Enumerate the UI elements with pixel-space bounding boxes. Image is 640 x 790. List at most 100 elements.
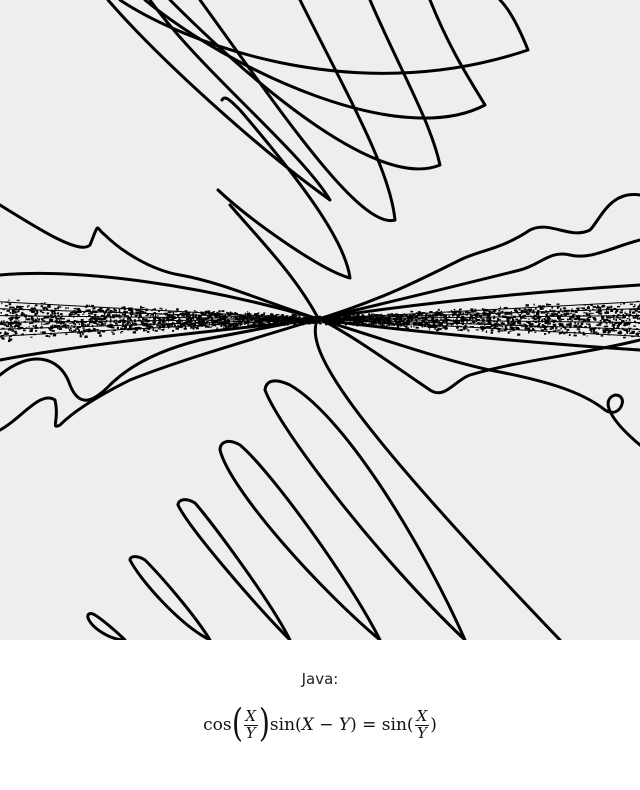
noise-dot: [565, 323, 569, 326]
noise-dot: [619, 311, 623, 314]
noise-dot: [628, 316, 631, 318]
equation-fraction-left-den: Y: [243, 723, 258, 742]
noise-dot: [247, 311, 249, 313]
noise-dot: [337, 316, 342, 318]
noise-dot: [371, 313, 375, 315]
noise-dot: [93, 318, 97, 321]
noise-dot: [468, 311, 470, 314]
noise-dot: [456, 327, 459, 329]
noise-dot: [176, 308, 179, 311]
noise-dot: [23, 329, 26, 332]
noise-dot: [556, 303, 560, 305]
noise-dot: [612, 326, 615, 329]
noise-dot: [9, 326, 11, 329]
noise-dot: [602, 331, 607, 334]
noise-dot: [629, 311, 632, 314]
noise-dot: [41, 311, 45, 314]
curve-wave: [0, 203, 317, 320]
noise-dot: [157, 315, 159, 317]
noise-dot: [626, 313, 628, 315]
equation-cos: cos: [203, 715, 232, 735]
noise-dot: [410, 325, 412, 328]
noise-dot: [81, 321, 83, 325]
noise-dot: [617, 305, 620, 308]
noise-dot: [526, 327, 530, 330]
noise-dot: [59, 313, 63, 315]
noise-dot: [635, 333, 638, 336]
noise-dot: [234, 312, 236, 314]
noise-dot: [88, 304, 90, 306]
noise-dot: [88, 314, 91, 316]
noise-dot: [372, 323, 375, 326]
noise-dot: [629, 329, 631, 332]
noise-dot: [27, 305, 29, 308]
noise-dot: [8, 303, 12, 306]
noise-dot: [574, 311, 578, 313]
equation-fraction-right: X Y: [414, 708, 430, 742]
noise-dot: [457, 329, 461, 331]
noise-dot: [36, 317, 38, 320]
noise-dot: [562, 307, 567, 309]
noise-dot: [560, 318, 565, 320]
noise-dot: [635, 316, 638, 318]
noise-dot: [505, 313, 509, 315]
noise-dot: [488, 321, 492, 324]
noise-dot: [65, 324, 67, 326]
noise-dot: [11, 312, 15, 315]
noise-dot: [467, 329, 470, 332]
noise-dot: [16, 305, 20, 309]
noise-dot: [207, 310, 211, 313]
noise-dot: [356, 314, 359, 317]
noise-dot: [52, 334, 57, 337]
equation-y: Y: [338, 715, 351, 735]
noise-dot: [57, 306, 59, 309]
noise-dot: [628, 318, 631, 321]
noise-dot: [610, 305, 613, 309]
noise-dot: [517, 313, 519, 315]
noise-dot: [159, 307, 161, 310]
noise-dot: [352, 323, 355, 326]
noise-dot: [145, 329, 148, 332]
noise-dot: [559, 308, 562, 311]
noise-dot: [162, 324, 166, 327]
noise-dot: [474, 308, 477, 311]
noise-dot: [9, 306, 11, 308]
noise-dot: [115, 314, 118, 317]
noise-dot: [68, 329, 71, 332]
noise-dot: [600, 312, 602, 315]
noise-dot: [593, 306, 596, 308]
noise-dot: [475, 329, 479, 331]
noise-dot: [0, 322, 4, 325]
noise-dot: [528, 322, 531, 324]
noise-dot: [239, 324, 242, 326]
noise-dot: [275, 314, 280, 316]
noise-dot: [583, 312, 587, 314]
noise-dot: [593, 329, 595, 332]
noise-dot: [549, 318, 552, 320]
noise-dot: [617, 317, 622, 319]
curve-lobe: [106, 0, 332, 202]
noise-dot: [5, 325, 9, 328]
noise-dot: [9, 336, 12, 338]
noise-dot: [48, 335, 51, 338]
noise-dot: [122, 313, 125, 316]
noise-dot: [572, 313, 576, 316]
noise-dot: [368, 313, 369, 316]
noise-dot: [112, 333, 115, 335]
noise-dot: [224, 327, 228, 330]
noise-dot: [488, 317, 491, 321]
noise-dot: [35, 312, 38, 315]
noise-dot: [281, 314, 284, 316]
noise-dot: [441, 321, 445, 323]
noise-dot: [405, 327, 407, 329]
noise-dot: [135, 314, 138, 317]
noise-dot: [57, 325, 61, 327]
noise-dot: [603, 318, 606, 320]
noise-dot: [632, 311, 635, 313]
noise-dot: [27, 318, 31, 321]
noise-dot: [560, 313, 563, 316]
noise-dot: [339, 322, 341, 325]
noise-dot: [462, 312, 465, 314]
noise-dot: [153, 322, 156, 324]
noise-dot: [413, 326, 415, 328]
